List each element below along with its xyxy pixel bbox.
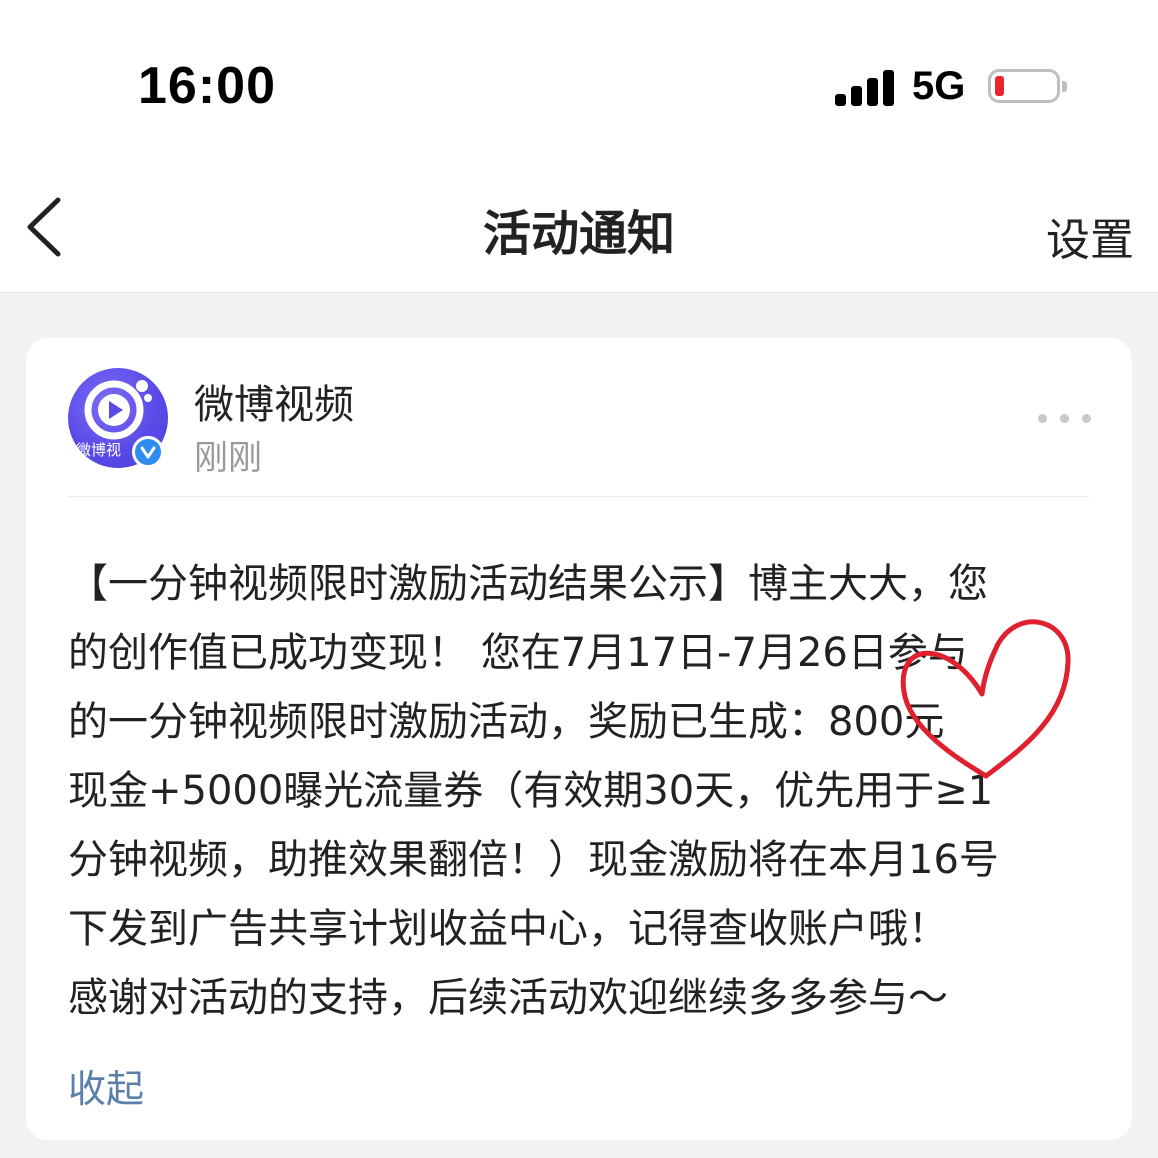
notification-card: 微博视 微博视频 刚刚 【一分钟视频限时激励活动结果公示】博主大大，您 的创作值…	[26, 338, 1132, 1140]
battery-icon	[988, 69, 1067, 103]
message-line: 现金+5000曝光流量券（有效期30天，优先用于≥1	[68, 768, 994, 814]
message-line: 感谢对活动的支持，后续活动欢迎继续多多参与～	[68, 975, 948, 1021]
nav-bar: 活动通知 设置	[0, 150, 1158, 293]
network-type-label: 5G	[912, 64, 966, 108]
message-line: 的创作值已成功变现！ 您在7月17日-7月26日参与	[68, 630, 968, 676]
status-bar: 16:00 5G	[0, 0, 1158, 150]
message-line: 下发到广告共享计划收益中心，记得查收账户哦！	[68, 906, 948, 952]
avatar-label: 微博视	[76, 441, 122, 459]
message-body: 【一分钟视频限时激励活动结果公示】博主大大，您 的创作值已成功变现！ 您在7月1…	[68, 550, 1098, 1033]
screen: 16:00 5G 活动通知 设置 微博视 微博视频 刚刚 【一分钟视频限时激励活…	[0, 0, 1158, 1158]
battery-level-icon	[995, 76, 1004, 96]
message-line: 的一分钟视频限时激励活动，奖励已生成：800元	[68, 699, 945, 745]
battery-nub-icon	[1062, 81, 1067, 92]
cellular-signal-icon	[835, 68, 897, 106]
settings-button[interactable]: 设置	[1046, 204, 1134, 268]
more-dot-icon	[1038, 414, 1047, 423]
divider	[68, 496, 1090, 497]
verified-badge-icon	[132, 436, 164, 468]
more-options-button[interactable]	[1038, 412, 1094, 424]
message-line: 【一分钟视频限时激励活动结果公示】博主大大，您	[68, 561, 988, 607]
collapse-link[interactable]: 收起	[68, 1058, 144, 1113]
message-line: 分钟视频，助推效果翻倍！）现金激励将在本月16号	[68, 837, 999, 883]
sender-name[interactable]: 微博视频	[194, 372, 354, 430]
more-dot-icon	[1060, 414, 1069, 423]
page-title: 活动通知	[482, 206, 675, 262]
status-time: 16:00	[138, 57, 276, 115]
post-timestamp: 刚刚	[194, 438, 262, 478]
more-dot-icon	[1082, 414, 1091, 423]
